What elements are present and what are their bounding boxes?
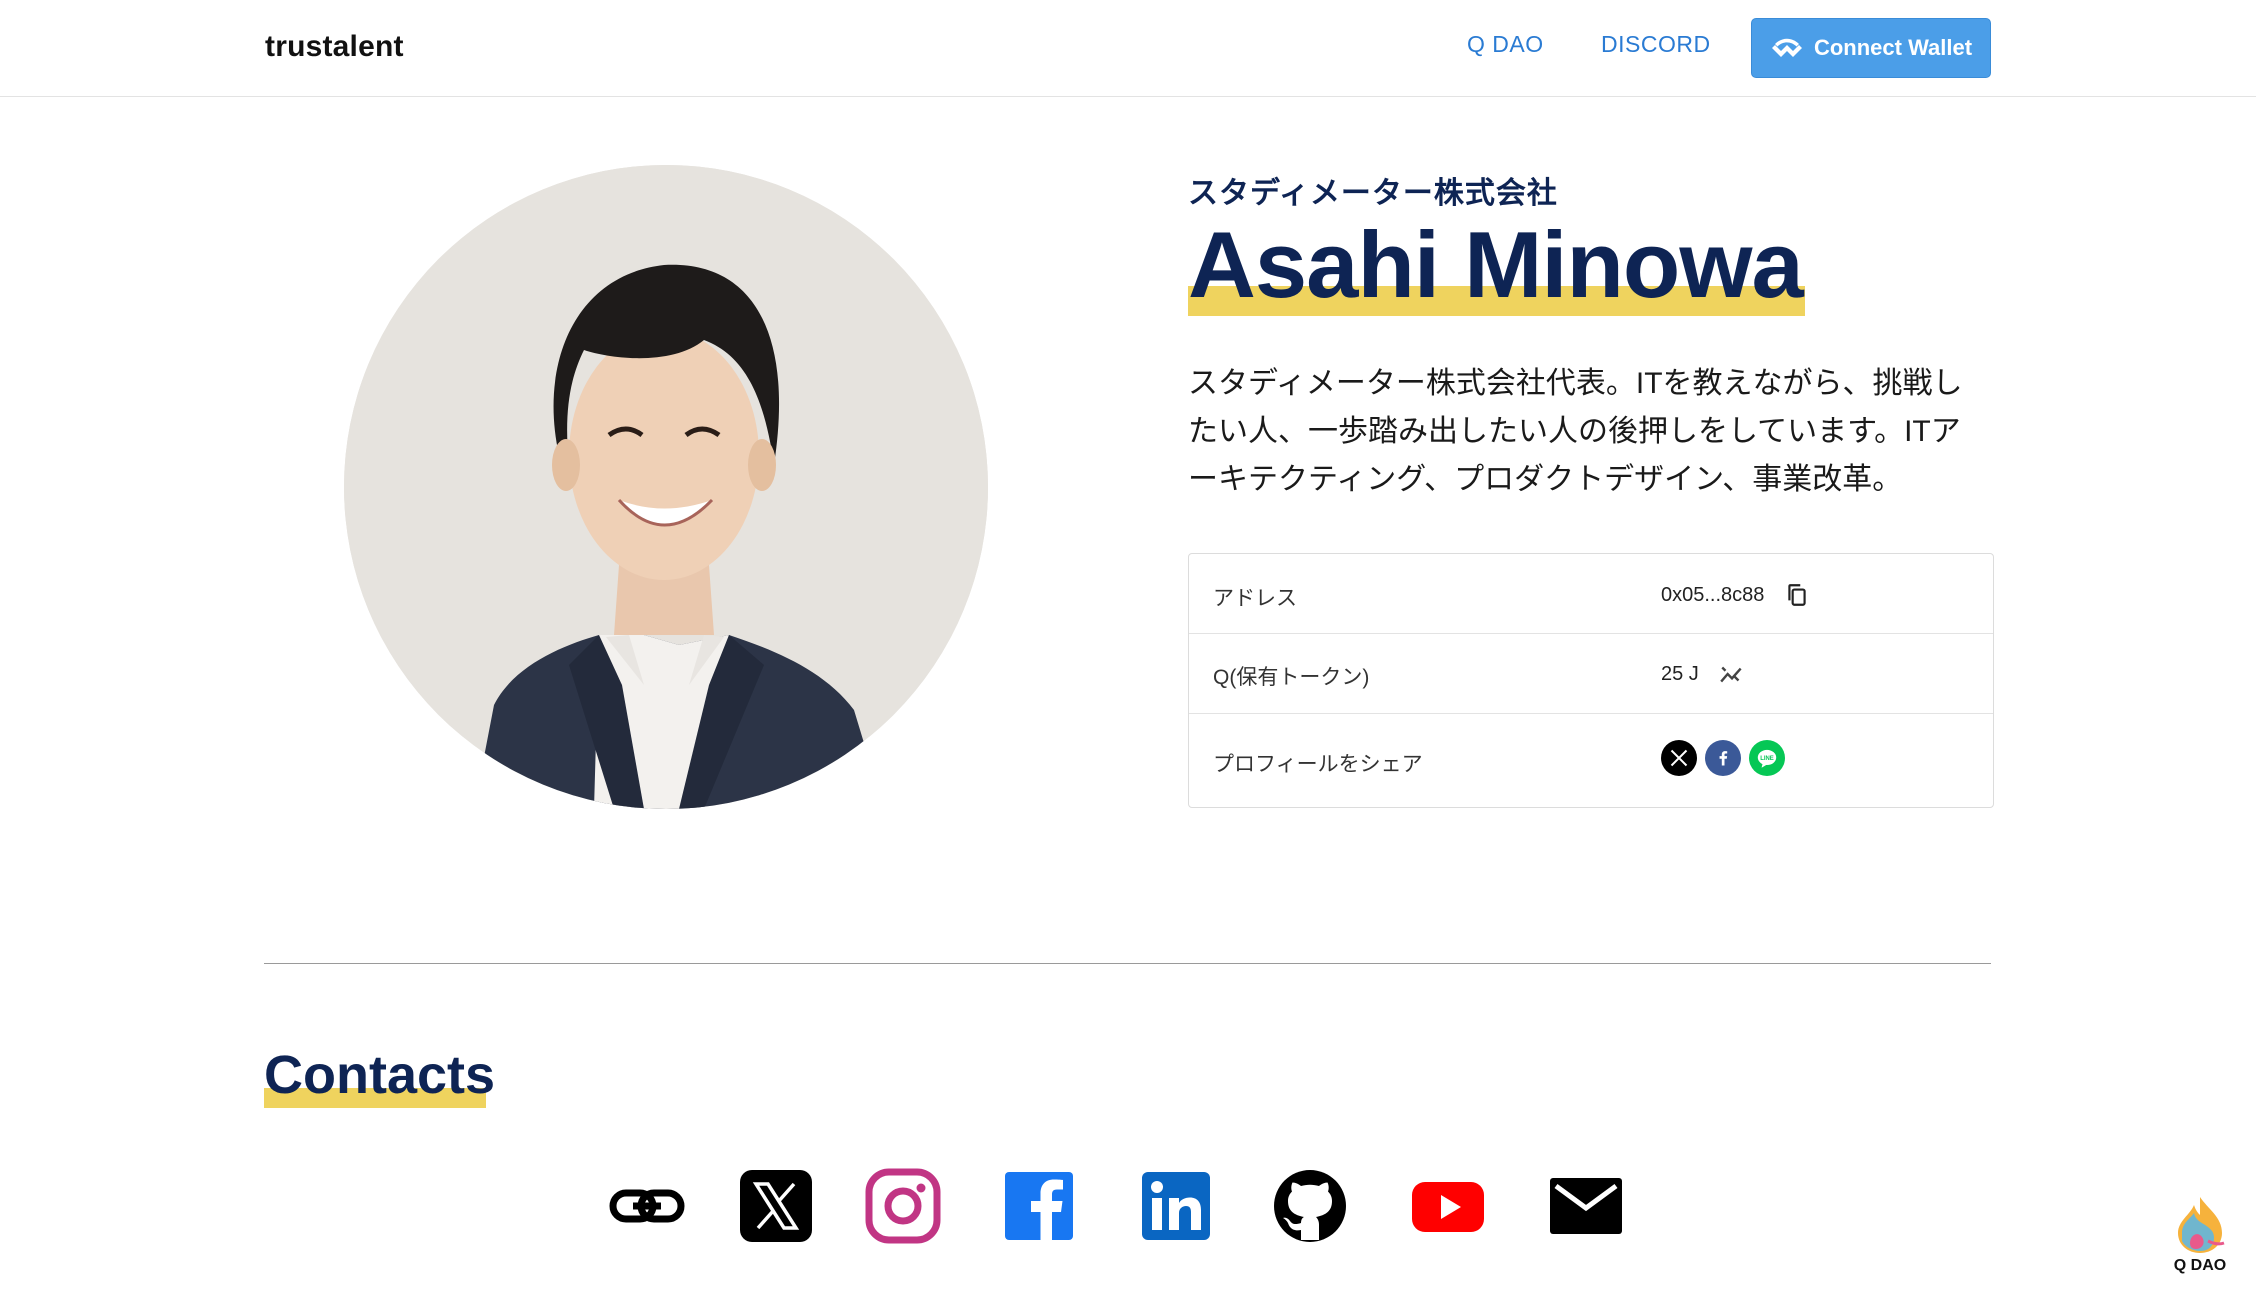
company-name: スタディメーター株式会社 (1188, 177, 1558, 210)
info-row-address: アドレス 0x05...8c88 (1189, 554, 1993, 634)
info-row-token: Q(保有トークン) 25 J (1189, 634, 1993, 714)
connect-wallet-button[interactable]: Connect Wallet (1751, 18, 1991, 78)
profile-info-table: アドレス 0x05...8c88 Q(保有トークン) 25 J プロフィールをシ… (1188, 553, 1994, 808)
section-divider (264, 963, 1991, 964)
profile-name: Asahi Minowa (1188, 212, 1804, 317)
share-line-button[interactable]: LINE (1749, 740, 1785, 776)
link-icon (609, 1189, 685, 1223)
copy-icon[interactable] (1784, 582, 1810, 608)
x-icon (1670, 749, 1688, 767)
connect-wallet-label: Connect Wallet (1813, 35, 1973, 60)
line-icon: LINE (1757, 749, 1777, 768)
site-header: trustalent Q DAO DISCORD Connect Wallet (0, 0, 2256, 97)
github-icon (1274, 1170, 1346, 1242)
profile-bio: スタディメーター株式会社代表。ITを教えながら、挑戦したい人、一歩踏み出したい人… (1188, 367, 1963, 496)
qdao-flame-icon (2178, 1197, 2225, 1253)
share-label: プロフィールをシェア (1213, 753, 1423, 776)
facebook-icon (1005, 1172, 1073, 1240)
walletconnect-icon (1771, 38, 1802, 57)
contact-mail-button[interactable] (1548, 1168, 1624, 1244)
svg-text:LINE: LINE (1760, 756, 1774, 762)
contact-x-button[interactable] (738, 1168, 814, 1244)
profile-photo (344, 165, 988, 809)
youtube-icon (1412, 1182, 1484, 1232)
contact-instagram-button[interactable] (865, 1168, 941, 1244)
contacts-heading-block: Contacts (264, 1040, 495, 1110)
qdao-badge[interactable]: Q DAO (2163, 1193, 2237, 1283)
token-label: Q(保有トークン) (1213, 666, 1370, 689)
linkedin-icon (1142, 1172, 1210, 1240)
contacts-title: Contacts (264, 1045, 496, 1105)
trend-chart-icon[interactable] (1719, 661, 1745, 687)
instagram-icon (865, 1168, 941, 1244)
address-label: アドレス (1213, 587, 1297, 610)
nav-link-qdao[interactable]: Q DAO (1467, 31, 1544, 58)
facebook-icon (1719, 751, 1728, 766)
brand-logo[interactable]: trustalent (265, 30, 404, 64)
x-icon (740, 1170, 812, 1242)
contact-link-button[interactable] (609, 1168, 685, 1244)
token-value: 25 J (1661, 662, 1699, 685)
profile-avatar (344, 165, 988, 809)
contact-facebook-button[interactable] (1001, 1168, 1077, 1244)
share-facebook-button[interactable] (1705, 740, 1741, 776)
contact-github-button[interactable] (1272, 1168, 1348, 1244)
address-value-group: 0x05...8c88 (1661, 582, 1810, 608)
info-row-share: プロフィールをシェア LINE (1189, 714, 1993, 809)
contact-linkedin-button[interactable] (1138, 1168, 1214, 1244)
token-value-group: 25 J (1661, 661, 1745, 687)
qdao-badge-label: Q DAO (2173, 1257, 2227, 1274)
share-x-button[interactable] (1661, 740, 1697, 776)
address-value: 0x05...8c88 (1661, 583, 1765, 606)
contact-youtube-button[interactable] (1410, 1168, 1486, 1244)
nav-link-discord[interactable]: DISCORD (1601, 31, 1711, 58)
mail-icon (1550, 1178, 1622, 1234)
profile-name-block: Asahi Minowa (1188, 210, 1805, 320)
share-buttons: LINE (1661, 740, 1785, 776)
